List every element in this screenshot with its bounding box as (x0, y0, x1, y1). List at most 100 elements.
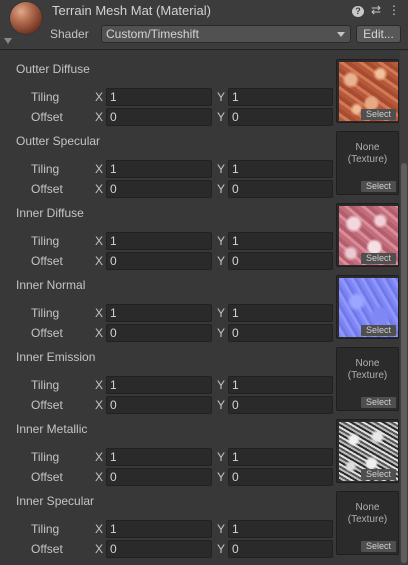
offset-label: Offset (31, 398, 63, 412)
texture-slot[interactable]: Select (336, 59, 399, 123)
select-texture-button[interactable]: Select (361, 181, 396, 192)
texture-slot[interactable]: Select (336, 419, 399, 483)
tiling-y-label: Y (217, 162, 226, 176)
offset-label: Offset (31, 542, 63, 556)
property-outter-diffuse: Outter Diffuse Tiling X 1 Y 1 Offset X 0… (0, 51, 400, 126)
vertical-scrollbar[interactable] (400, 51, 408, 565)
offset-x-label: X (95, 182, 104, 196)
offset-y-label: Y (217, 110, 226, 124)
select-texture-button[interactable]: Select (361, 253, 396, 264)
select-texture-button[interactable]: Select (361, 325, 396, 336)
edit-shader-button[interactable]: Edit... (356, 25, 401, 43)
tiling-y-field[interactable]: 1 (228, 304, 333, 322)
tiling-y-field[interactable]: 1 (228, 232, 333, 250)
property-inner-metallic: Inner Metallic Tiling X 1 Y 1 Offset X 0… (0, 411, 400, 486)
texture-text: (Texture) (347, 370, 388, 381)
tiling-x-field[interactable]: 1 (106, 448, 212, 466)
offset-y-label: Y (217, 182, 226, 196)
tiling-y-field[interactable]: 1 (228, 520, 333, 538)
tiling-x-label: X (95, 90, 104, 104)
tiling-y-label: Y (217, 306, 226, 320)
texture-slot[interactable]: Select (336, 275, 399, 339)
tiling-x-field[interactable]: 1 (106, 88, 212, 106)
tiling-x-label: X (95, 306, 104, 320)
property-inner-emission: Inner Emission Tiling X 1 Y 1 Offset X 0… (0, 339, 400, 414)
offset-label: Offset (31, 110, 63, 124)
tiling-label: Tiling (31, 378, 60, 392)
material-sphere-icon (10, 2, 42, 34)
select-texture-button[interactable]: Select (361, 469, 396, 480)
tiling-y-label: Y (217, 522, 226, 536)
property-title: Inner Normal (16, 278, 86, 292)
material-header: Terrain Mesh Mat (Material) ? ⇄ ⋮ Shader… (0, 0, 408, 50)
select-texture-button[interactable]: Select (361, 109, 396, 120)
tiling-label: Tiling (31, 522, 60, 536)
none-text: None (355, 358, 380, 369)
offset-label: Offset (31, 326, 63, 340)
offset-label: Offset (31, 470, 63, 484)
help-icon[interactable]: ? (352, 3, 364, 17)
tiling-label: Tiling (31, 162, 60, 176)
none-text: None (355, 142, 380, 153)
offset-x-label: X (95, 398, 104, 412)
shader-label: Shader (50, 27, 89, 41)
property-inner-diffuse: Inner Diffuse Tiling X 1 Y 1 Offset X 0 … (0, 195, 400, 270)
tiling-x-label: X (95, 234, 104, 248)
shader-dropdown[interactable]: Custom/Timeshift (101, 25, 351, 43)
property-title: Outter Specular (16, 134, 101, 148)
tiling-y-field[interactable]: 1 (228, 448, 333, 466)
tiling-y-label: Y (217, 234, 226, 248)
tiling-x-field[interactable]: 1 (106, 520, 212, 538)
tiling-x-label: X (95, 450, 104, 464)
preset-icon[interactable]: ⇄ (370, 3, 382, 17)
more-menu-icon[interactable]: ⋮ (388, 3, 400, 17)
material-properties: Outter Diffuse Tiling X 1 Y 1 Offset X 0… (0, 51, 400, 565)
offset-x-label: X (95, 470, 104, 484)
shader-value: Custom/Timeshift (106, 27, 199, 41)
offset-y-label: Y (217, 542, 226, 556)
select-texture-button[interactable]: Select (361, 541, 396, 552)
property-title: Inner Emission (16, 350, 96, 364)
tiling-y-field[interactable]: 1 (228, 88, 333, 106)
tiling-y-field[interactable]: 1 (228, 160, 333, 178)
scrollbar-thumb[interactable] (401, 163, 407, 563)
tiling-x-field[interactable]: 1 (106, 304, 212, 322)
property-inner-normal: Inner Normal Tiling X 1 Y 1 Offset X 0 Y… (0, 267, 400, 342)
offset-x-field[interactable]: 0 (106, 540, 212, 558)
texture-slot[interactable]: None (Texture) Select (336, 131, 399, 195)
header-icons: ? ⇄ ⋮ (352, 3, 400, 17)
none-texture-label: None (Texture) (337, 142, 398, 166)
texture-slot[interactable]: None (Texture) Select (336, 347, 399, 411)
tiling-x-field[interactable]: 1 (106, 376, 212, 394)
texture-slot[interactable]: None (Texture) Select (336, 491, 399, 555)
none-texture-label: None (Texture) (337, 358, 398, 382)
offset-x-label: X (95, 110, 104, 124)
texture-slot[interactable]: Select (336, 203, 399, 267)
tiling-y-label: Y (217, 450, 226, 464)
property-title: Inner Specular (16, 494, 95, 508)
tiling-label: Tiling (31, 450, 60, 464)
tiling-label: Tiling (31, 234, 60, 248)
chevron-down-icon (337, 32, 345, 37)
offset-label: Offset (31, 254, 63, 268)
tiling-x-field[interactable]: 1 (106, 160, 212, 178)
property-title: Inner Metallic (16, 422, 88, 436)
property-title: Outter Diffuse (16, 62, 90, 76)
tiling-label: Tiling (31, 90, 60, 104)
offset-x-label: X (95, 326, 104, 340)
offset-y-label: Y (217, 254, 226, 268)
offset-y-label: Y (217, 470, 226, 484)
texture-text: (Texture) (347, 514, 388, 525)
foldout-arrow-icon[interactable] (4, 38, 12, 44)
material-title: Terrain Mesh Mat (Material) (52, 3, 211, 18)
offset-x-label: X (95, 542, 104, 556)
select-texture-button[interactable]: Select (361, 397, 396, 408)
tiling-y-label: Y (217, 90, 226, 104)
offset-y-label: Y (217, 398, 226, 412)
offset-label: Offset (31, 182, 63, 196)
offset-y-field[interactable]: 0 (228, 540, 333, 558)
tiling-x-label: X (95, 162, 104, 176)
tiling-y-field[interactable]: 1 (228, 376, 333, 394)
tiling-x-field[interactable]: 1 (106, 232, 212, 250)
tiling-x-label: X (95, 522, 104, 536)
